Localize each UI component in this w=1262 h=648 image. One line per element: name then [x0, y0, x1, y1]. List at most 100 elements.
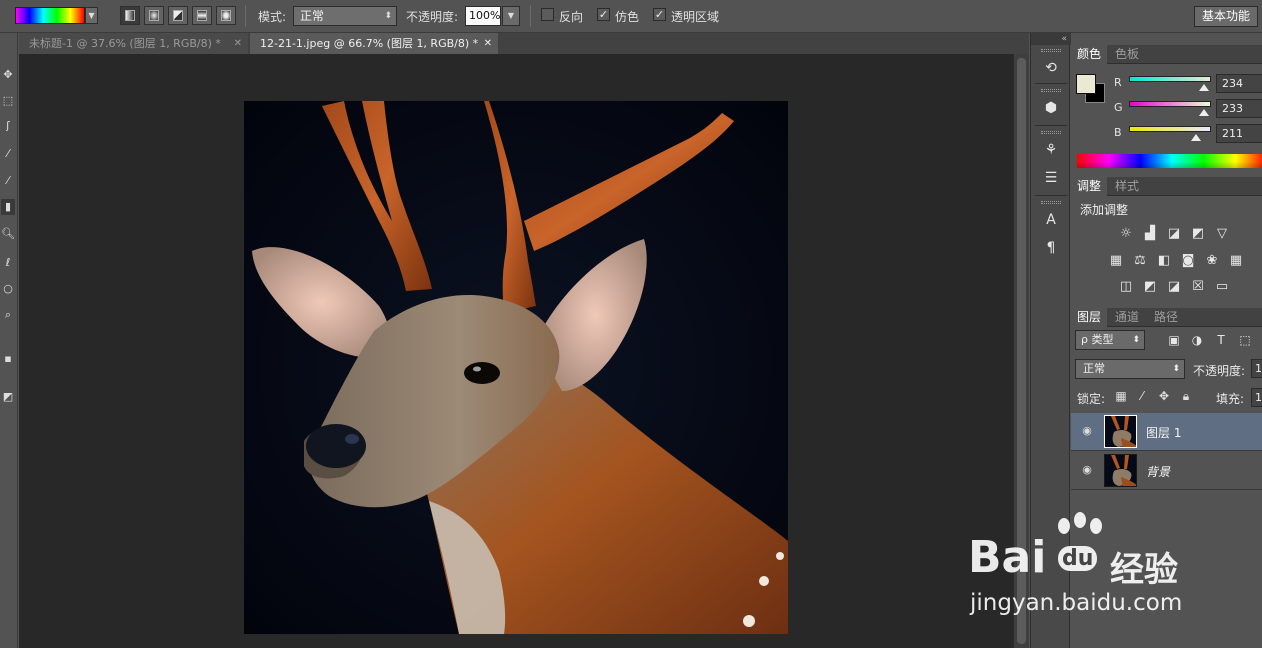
doc-tab-jpeg[interactable]: 12-21-1.jpeg @ 66.7% (图层 1, RGB/8) * ✕: [250, 33, 498, 54]
brush-presets-icon[interactable]: ⚘: [1042, 141, 1060, 159]
color-swatch-icon[interactable]: ▪: [1, 351, 15, 367]
brush-tool-icon[interactable]: ⁄: [1, 146, 15, 162]
visibility-eye-icon[interactable]: ◉: [1080, 424, 1094, 438]
blend-mode-select[interactable]: 正常 ⬍: [1075, 359, 1185, 379]
blur-tool-icon[interactable]: 🔍︎: [1, 226, 15, 242]
grip-handle[interactable]: [1041, 201, 1061, 204]
g-slider-knob[interactable]: [1199, 109, 1209, 116]
vibrance-icon[interactable]: ▽: [1214, 226, 1230, 241]
mode-value: 正常: [300, 9, 325, 23]
gradient-map-icon[interactable]: ▭: [1214, 279, 1230, 294]
deer-thumbnail-icon: [1105, 455, 1136, 486]
adjust-sliders-icon[interactable]: ☰: [1042, 169, 1060, 187]
curves-icon[interactable]: ◪: [1166, 226, 1182, 241]
hue-saturation-icon[interactable]: ▦: [1108, 253, 1124, 268]
tab-channels[interactable]: 通道: [1109, 308, 1145, 327]
mode-select[interactable]: 正常 ⬍: [293, 6, 397, 26]
gradient-picker-arrow-icon[interactable]: ▼: [85, 7, 98, 24]
type-filter-icon[interactable]: T: [1214, 332, 1228, 348]
g-value[interactable]: 233: [1216, 99, 1262, 118]
color-balance-icon[interactable]: ⚖: [1132, 253, 1148, 268]
diamond-gradient-button[interactable]: [216, 6, 236, 25]
eraser-tool-icon[interactable]: ⁄: [1, 173, 15, 189]
pixel-filter-icon[interactable]: ▣: [1167, 332, 1181, 348]
posterize-icon[interactable]: ◩: [1142, 279, 1158, 294]
channel-mixer-icon[interactable]: ❀: [1204, 253, 1220, 268]
tab-layers[interactable]: 图层: [1071, 308, 1108, 327]
tab-color[interactable]: 颜色: [1071, 45, 1108, 64]
layer-thumbnail: [1104, 415, 1137, 448]
opacity-input[interactable]: 100%: [465, 6, 501, 26]
layer-opacity-input[interactable]: 10: [1251, 359, 1262, 378]
collapse-icon[interactable]: «: [1031, 33, 1071, 45]
tab-styles[interactable]: 样式: [1109, 177, 1145, 196]
color-spectrum-bar[interactable]: [1077, 154, 1262, 168]
gradient-picker[interactable]: [15, 7, 85, 24]
grip-handle[interactable]: [1041, 89, 1061, 92]
r-value[interactable]: 234: [1216, 74, 1262, 93]
tab-swatches[interactable]: 色板: [1109, 45, 1145, 64]
b-value[interactable]: 211: [1216, 124, 1262, 143]
3d-icon[interactable]: ⬢: [1042, 99, 1060, 117]
layer-row[interactable]: ◉ 背景: [1071, 452, 1262, 490]
pen-tool-icon[interactable]: ℓ: [1, 255, 15, 271]
lock-paint-icon[interactable]: ⁄: [1135, 389, 1149, 403]
transparency-checkbox[interactable]: ✓: [653, 8, 666, 21]
r-slider-knob[interactable]: [1199, 84, 1209, 91]
layer-name[interactable]: 图层 1: [1146, 424, 1181, 441]
opacity-dropdown-arrow-icon[interactable]: ▼: [502, 6, 520, 26]
layer-name[interactable]: 背景: [1146, 463, 1170, 480]
exposure-icon[interactable]: ◩: [1190, 226, 1206, 241]
character-icon[interactable]: A: [1042, 211, 1060, 229]
lock-all-icon[interactable]: 🔒︎: [1179, 389, 1193, 403]
brightness-icon[interactable]: ☼: [1118, 226, 1134, 241]
doc-tab-untitled[interactable]: 未标题-1 @ 37.6% (图层 1, RGB/8) * ✕: [19, 33, 248, 54]
dither-checkbox[interactable]: ✓: [597, 8, 610, 21]
watermark-brand: Bai: [968, 532, 1047, 583]
lock-transparent-icon[interactable]: ▦: [1114, 389, 1128, 403]
lock-position-icon[interactable]: ✥: [1157, 389, 1171, 403]
photo-filter-icon[interactable]: ◙: [1180, 253, 1196, 268]
b-slider[interactable]: [1129, 126, 1211, 132]
gradient-tool-icon[interactable]: ▮: [1, 199, 15, 215]
tab-paths[interactable]: 路径: [1148, 308, 1184, 327]
r-slider[interactable]: [1129, 76, 1211, 82]
layers-panel-tabs: 图层 通道 路径: [1071, 308, 1262, 327]
close-icon[interactable]: ✕: [234, 33, 242, 54]
grip-handle[interactable]: [1041, 131, 1061, 134]
tab-adjustments[interactable]: 调整: [1071, 177, 1108, 196]
color-lookup-icon[interactable]: ▦: [1228, 253, 1244, 268]
lasso-tool-icon[interactable]: ʃ: [1, 118, 15, 134]
angle-gradient-button[interactable]: [168, 6, 188, 25]
foreground-color-swatch[interactable]: [1076, 74, 1096, 94]
marquee-tool-icon[interactable]: ⬚: [1, 93, 15, 109]
levels-icon[interactable]: ▟: [1142, 226, 1158, 241]
radial-gradient-button[interactable]: [144, 6, 164, 25]
fill-input[interactable]: 10: [1251, 388, 1262, 407]
history-icon[interactable]: ⟲: [1042, 59, 1060, 77]
shape-filter-icon[interactable]: ⬚: [1238, 332, 1252, 348]
zoom-tool-icon[interactable]: ⌕: [1, 307, 15, 323]
linear-gradient-button[interactable]: [120, 6, 140, 25]
reverse-checkbox[interactable]: [541, 8, 554, 21]
invert-icon[interactable]: ◫: [1118, 279, 1134, 294]
layer-filter-select[interactable]: ρ 类型 ⬍: [1075, 330, 1145, 350]
adjustment-filter-icon[interactable]: ◑: [1190, 332, 1204, 348]
selective-color-icon[interactable]: ☒: [1190, 279, 1206, 294]
b-slider-knob[interactable]: [1191, 134, 1201, 141]
canvas-area[interactable]: [19, 54, 1013, 648]
reflected-gradient-button[interactable]: [192, 6, 212, 25]
grip-handle[interactable]: [1041, 49, 1061, 52]
close-icon[interactable]: ✕: [484, 33, 492, 54]
layer-row[interactable]: ◉ 图层 1: [1071, 413, 1262, 451]
black-white-icon[interactable]: ◧: [1156, 253, 1172, 268]
quick-mask-icon[interactable]: ◩: [1, 389, 15, 405]
deer-photo[interactable]: [244, 101, 788, 634]
workspace-button[interactable]: 基本功能: [1193, 6, 1258, 27]
paragraph-icon[interactable]: ¶: [1042, 239, 1060, 257]
g-slider[interactable]: [1129, 101, 1211, 107]
visibility-eye-icon[interactable]: ◉: [1080, 463, 1094, 477]
threshold-icon[interactable]: ◪: [1166, 279, 1182, 294]
ellipse-tool-icon[interactable]: ○: [1, 281, 15, 297]
move-tool-icon[interactable]: ✥: [1, 67, 15, 83]
